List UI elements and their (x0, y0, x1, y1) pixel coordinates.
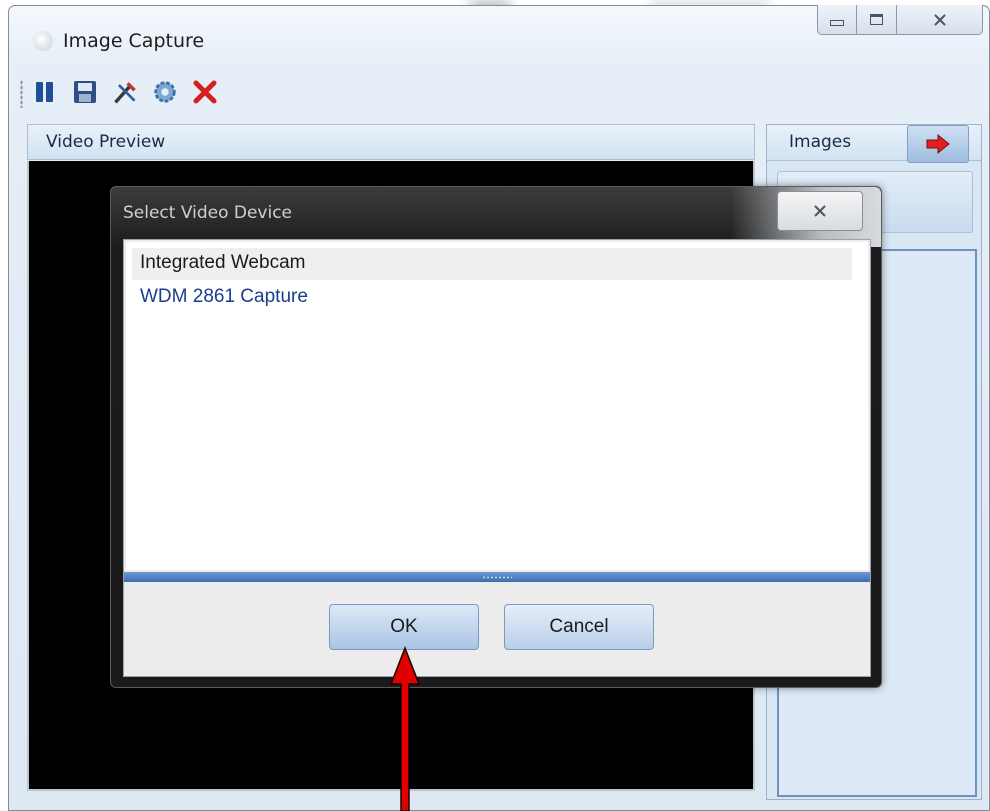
gear-icon[interactable] (152, 79, 178, 105)
device-list[interactable]: Integrated Webcam WDM 2861 Capture (126, 242, 868, 570)
toolbar-grip[interactable] (20, 80, 23, 108)
right-arrow-icon (926, 133, 950, 155)
pause-icon[interactable] (32, 79, 58, 105)
maximize-icon (870, 14, 883, 25)
video-preview-header: Video Preview (27, 124, 755, 160)
dialog-title: Select Video Device (123, 203, 293, 223)
window-controls (817, 5, 983, 35)
toolbar (14, 66, 982, 118)
maximize-button[interactable] (857, 5, 897, 35)
list-item[interactable]: WDM 2861 Capture (132, 282, 852, 314)
minimize-icon (830, 19, 844, 26)
close-icon (814, 205, 826, 217)
cancel-button[interactable]: Cancel (504, 604, 654, 650)
ok-button[interactable]: OK (329, 604, 479, 650)
close-icon (933, 13, 946, 26)
dialog-body: Integrated Webcam WDM 2861 Capture OK Ca… (123, 239, 871, 677)
save-icon[interactable] (72, 79, 98, 105)
annotation-arrow (389, 646, 421, 811)
dialog-close-button[interactable] (777, 191, 863, 231)
window-title: Image Capture (63, 30, 205, 52)
images-collapse-button[interactable] (907, 125, 969, 163)
list-item[interactable]: Integrated Webcam (132, 248, 852, 280)
close-red-x-icon[interactable] (192, 79, 218, 105)
tools-icon[interactable] (112, 79, 138, 105)
select-video-device-dialog: Select Video Device Integrated Webcam WD… (110, 186, 882, 688)
minimize-button[interactable] (817, 5, 857, 35)
title-bar: Image Capture (9, 5, 989, 68)
splitter-handle[interactable] (124, 572, 870, 582)
close-button[interactable] (897, 5, 983, 35)
app-icon (33, 31, 53, 51)
splitter-grip (482, 575, 512, 579)
